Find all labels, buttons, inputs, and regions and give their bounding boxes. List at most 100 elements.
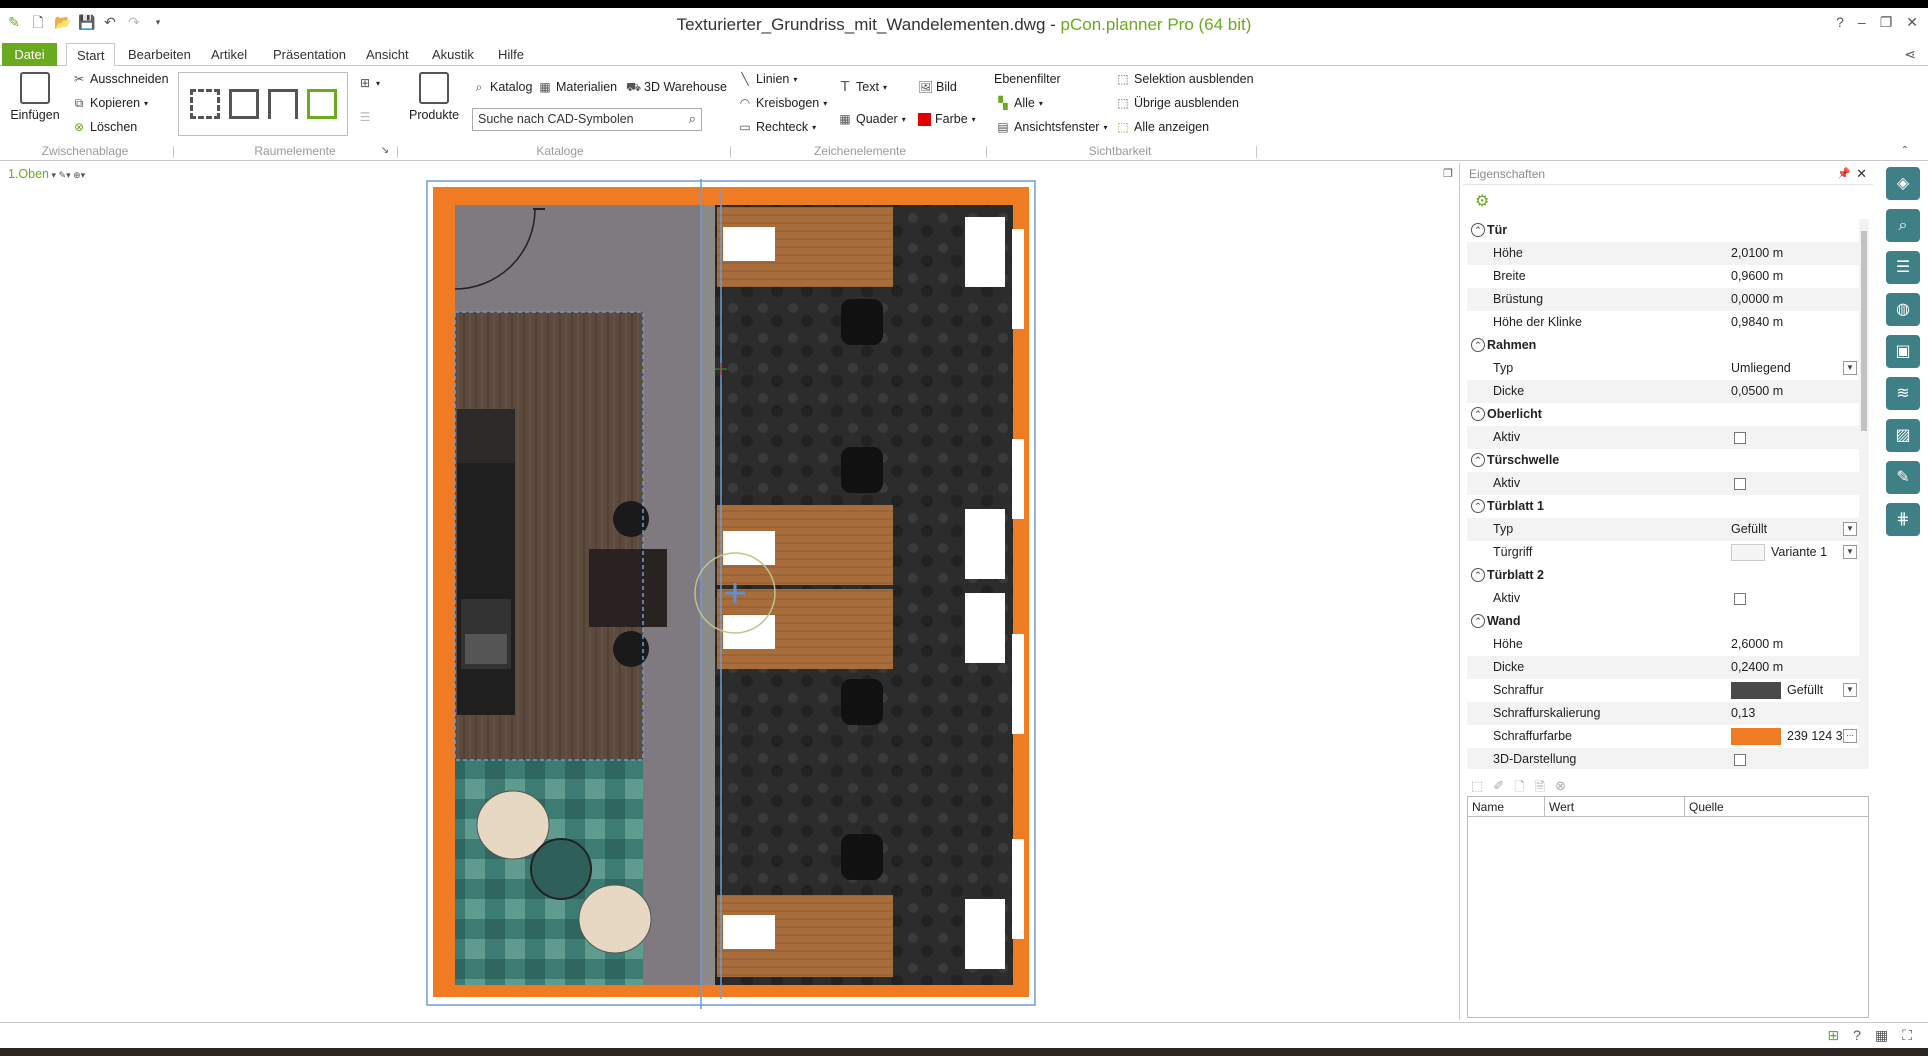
layers-panel-icon[interactable]: ≋: [1886, 377, 1920, 410]
prop-row[interactable]: Schraffurfarbe 239 124 35 ⋯: [1467, 725, 1859, 748]
materials-button[interactable]: ▦ Materialien: [538, 80, 617, 94]
close-panel-icon[interactable]: ✕: [1856, 163, 1867, 185]
delete-button[interactable]: ⊗ Löschen: [72, 120, 137, 134]
catalog-panel-icon[interactable]: ◈: [1886, 167, 1920, 200]
arc-button[interactable]: ◠ Kreisbogen ▾: [738, 96, 828, 110]
room-options-button[interactable]: ⊞ ▾: [358, 76, 380, 90]
checkbox[interactable]: [1734, 593, 1746, 605]
hide-selection-button[interactable]: ⬚ Selektion ausblenden: [1116, 72, 1253, 86]
tab-artikel[interactable]: Artikel: [201, 43, 257, 66]
checkbox[interactable]: [1734, 754, 1746, 766]
close-button[interactable]: ✕: [1906, 14, 1918, 31]
prop-row[interactable]: Brüstung 0,0000 m: [1467, 288, 1859, 311]
search-icon[interactable]: ⌕: [689, 111, 696, 127]
prop-row[interactable]: Aktiv: [1467, 587, 1859, 610]
materials-panel-icon[interactable]: ▨: [1886, 419, 1920, 452]
box-panel-icon[interactable]: ▣: [1886, 335, 1920, 368]
grid-panel-icon[interactable]: ⋕: [1886, 503, 1920, 536]
all-layers-dropdown[interactable]: ▚ Alle ▾: [996, 96, 1042, 110]
prop-row[interactable]: Typ Umliegend ▼: [1467, 357, 1859, 380]
wall-icon[interactable]: [189, 89, 220, 119]
products-button[interactable]: Produkte: [406, 72, 462, 122]
viewport-dropdown[interactable]: ▤ Ansichtsfenster ▾: [996, 120, 1107, 134]
window-element-icon[interactable]: [306, 89, 337, 119]
section-rahmen[interactable]: Rahmen: [1467, 334, 1859, 357]
col-name[interactable]: Name: [1468, 797, 1545, 816]
room-extra-button[interactable]: ☰: [358, 110, 372, 124]
help-button[interactable]: ?: [1836, 14, 1844, 31]
snap-icon[interactable]: ⊞: [1827, 1027, 1839, 1044]
help-cursor-icon[interactable]: ?: [1853, 1027, 1861, 1044]
minimize-button[interactable]: –: [1858, 14, 1866, 31]
room-icon[interactable]: [228, 89, 259, 119]
cuboid-button[interactable]: ▦ Quader ▾: [838, 112, 905, 126]
search-panel-icon[interactable]: ⌕: [1886, 209, 1920, 242]
image-button[interactable]: 🖼 Bild: [918, 80, 957, 94]
room-elements-gallery[interactable]: [178, 72, 348, 136]
checkbox[interactable]: [1734, 432, 1746, 444]
col-wert[interactable]: Wert: [1545, 797, 1685, 816]
chevron-down-icon[interactable]: ▼: [1843, 522, 1857, 536]
collapse-ribbon-button[interactable]: ⌃: [1898, 144, 1912, 158]
property-scrollbar[interactable]: [1859, 219, 1869, 769]
chevron-down-icon[interactable]: ▼: [1843, 545, 1857, 559]
checkbox[interactable]: [1734, 478, 1746, 490]
layout-icon[interactable]: ▦: [1875, 1027, 1888, 1044]
prop-row[interactable]: Aktiv: [1467, 426, 1859, 449]
scroll-thumb[interactable]: [1861, 231, 1867, 431]
paste-button[interactable]: Einfügen: [10, 72, 60, 122]
cut-button[interactable]: ✂ Ausschneiden: [72, 72, 169, 86]
lines-button[interactable]: ╲ Linien ▾: [738, 72, 797, 86]
show-all-button[interactable]: ⬚ Alle anzeigen: [1116, 120, 1209, 134]
chevron-down-icon[interactable]: ▼: [1843, 683, 1857, 697]
tab-praesentation[interactable]: Präsentation: [263, 43, 356, 66]
section-tuerblatt-1[interactable]: Türblatt 1: [1467, 495, 1859, 518]
more-options-icon[interactable]: ⋯: [1843, 729, 1857, 743]
prop-row[interactable]: Höhe der Klinke 0,9840 m: [1467, 311, 1859, 334]
prop-row[interactable]: Schraffur Gefüllt ▼: [1467, 679, 1859, 702]
prop-row[interactable]: Aktiv: [1467, 472, 1859, 495]
section-wand[interactable]: Wand: [1467, 610, 1859, 633]
section-tuerblatt-2[interactable]: Türblatt 2: [1467, 564, 1859, 587]
chevron-down-icon[interactable]: ▼: [1843, 361, 1857, 375]
prop-row[interactable]: Höhe 2,0100 m: [1467, 242, 1859, 265]
prop-row[interactable]: Dicke 0,0500 m: [1467, 380, 1859, 403]
tab-akustik[interactable]: Akustik: [422, 43, 484, 66]
text-button[interactable]: T Text ▾: [838, 79, 887, 94]
col-quelle[interactable]: Quelle: [1685, 797, 1868, 816]
tab-ansicht[interactable]: Ansicht: [356, 43, 419, 66]
room-dialog-launcher[interactable]: ↘: [378, 144, 392, 158]
tab-bearbeiten[interactable]: Bearbeiten: [118, 43, 201, 66]
drawing-canvas[interactable]: 1.Oben ▾ ✎▾ ⊕▾ ❐: [0, 163, 1460, 1020]
color-button[interactable]: Farbe ▾: [918, 112, 976, 126]
prop-row[interactable]: Türgriff Variante 1 ▼: [1467, 541, 1859, 564]
cad-search-input[interactable]: Suche nach CAD-Symbolen ⌕: [472, 108, 702, 131]
section-tuerschwelle[interactable]: Türschwelle: [1467, 449, 1859, 472]
web-search-icon[interactable]: ◍: [1886, 293, 1920, 326]
fullscreen-icon[interactable]: ⛶: [1902, 1027, 1912, 1044]
prop-row[interactable]: Dicke 0,2400 m: [1467, 656, 1859, 679]
share-icon[interactable]: ⋖: [1904, 46, 1916, 63]
prop-row[interactable]: Typ Gefüllt ▼: [1467, 518, 1859, 541]
select-tool-icon[interactable]: ⚙: [1463, 185, 1873, 215]
door-icon[interactable]: [267, 89, 298, 119]
section-oberlicht[interactable]: Oberlicht: [1467, 403, 1859, 426]
list-panel-icon[interactable]: ☰: [1886, 251, 1920, 284]
floor-plan[interactable]: [425, 179, 1037, 1009]
section-tuer[interactable]: Tür: [1467, 219, 1859, 242]
pin-icon[interactable]: 📌: [1837, 163, 1851, 185]
rectangle-button[interactable]: ▭ Rechteck ▾: [738, 120, 816, 134]
maximize-view-icon[interactable]: ❐: [1443, 167, 1453, 180]
tab-datei[interactable]: Datei: [2, 43, 57, 66]
prop-row[interactable]: Breite 0,9600 m: [1467, 265, 1859, 288]
tab-start[interactable]: Start: [66, 43, 116, 67]
attribute-table[interactable]: Name Wert Quelle: [1467, 796, 1869, 1018]
tab-hilfe[interactable]: Hilfe: [488, 43, 534, 66]
hide-others-button[interactable]: ⬚ Übrige ausblenden: [1116, 96, 1239, 110]
edit-panel-icon[interactable]: ✎: [1886, 461, 1920, 494]
view-selector[interactable]: 1.Oben ▾ ✎▾ ⊕▾: [8, 167, 85, 181]
prop-row[interactable]: 3D-Darstellung: [1467, 748, 1859, 769]
catalog-button[interactable]: ⌕ Katalog: [472, 80, 533, 94]
warehouse-button[interactable]: ⛟ 3D Warehouse: [626, 80, 727, 94]
prop-row[interactable]: Höhe 2,6000 m: [1467, 633, 1859, 656]
